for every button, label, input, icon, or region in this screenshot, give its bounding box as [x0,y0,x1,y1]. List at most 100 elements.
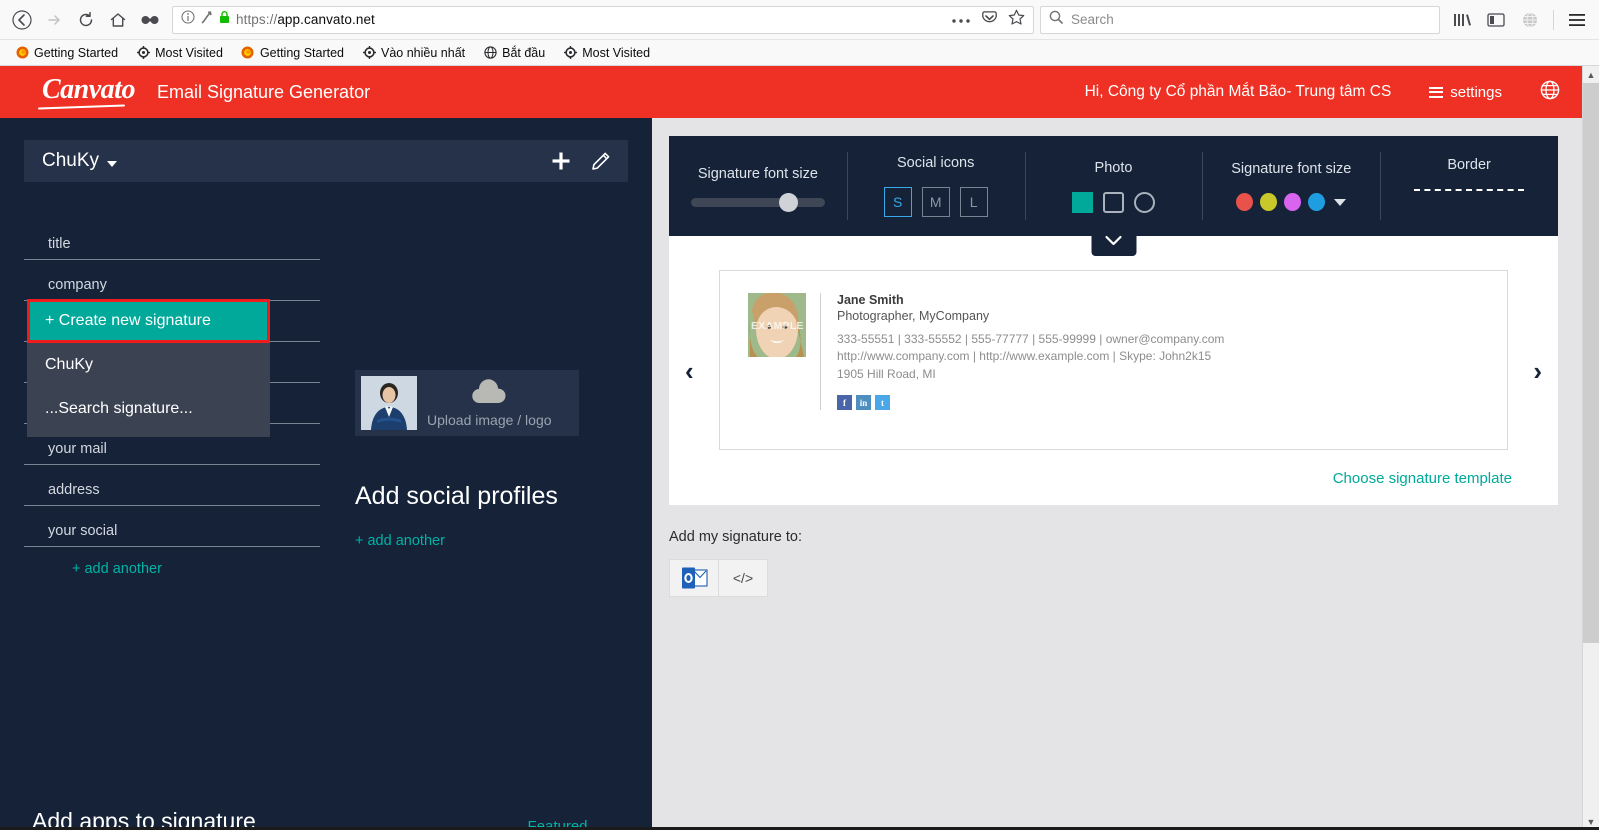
social-profiles-heading: Add social profiles [355,482,558,510]
signature-option-chuky[interactable]: ChuKy [27,343,270,387]
previous-template-arrow[interactable]: ‹ [685,358,694,384]
settings-label: settings [1450,83,1502,101]
page-actions-icon[interactable] [951,11,971,29]
lock-icon [219,10,230,29]
toolbar-label: Signature font size [1231,161,1352,177]
social-icon-size-m[interactable]: M [921,187,950,217]
app-header: Canvato Email Signature Generator Hi, Cô… [0,66,1582,118]
add-social-profile-link[interactable]: + add another [355,533,615,549]
selected-signature-name: ChuKy [42,150,100,171]
edit-pencil-icon[interactable] [591,152,610,171]
library-icon[interactable] [1446,5,1478,35]
web-page: Canvato Email Signature Generator Hi, Cô… [0,66,1599,830]
social-icon-size-s[interactable]: S [883,187,912,217]
cloud-upload-icon [469,378,509,411]
collapse-toolbar-button[interactable] [1091,234,1136,256]
chevron-down-icon[interactable] [107,160,118,167]
back-button[interactable] [6,5,38,35]
signature-preview-panel: Signature font size Social icons S M L P… [652,118,1582,830]
slider-knob[interactable] [778,192,798,212]
scroll-up-arrow[interactable]: ▲ [1587,66,1596,83]
field-your-mail [24,435,320,465]
company-input[interactable] [24,271,320,301]
tracking-protection-icon[interactable] [201,10,213,29]
account-globe-icon[interactable] [1514,5,1546,35]
border-style-preview[interactable] [1414,189,1525,215]
add-signature-icon[interactable] [551,151,571,171]
search-signature-option[interactable]: ...Search signature... [27,387,270,431]
add-another-field-link[interactable]: + add another [72,561,320,577]
field-address [24,476,320,506]
bookmark-item[interactable]: Getting Started [234,44,351,62]
photo-shape-square-filled[interactable] [1071,191,1093,213]
color-swatch-blue[interactable] [1308,193,1326,211]
bookmark-item[interactable]: Bắt đầu [476,44,552,62]
browser-search-bar[interactable] [1040,5,1440,34]
signature-selector-bar[interactable]: ChuKy [24,140,628,182]
your-social-input[interactable] [24,517,320,547]
title-input[interactable] [24,230,320,260]
social-icon-size-l[interactable]: L [959,187,988,217]
upload-label: Upload image / logo [427,412,552,428]
page-scrollbar[interactable]: ▲ ▼ [1582,66,1599,830]
bookmark-item[interactable]: Getting Started [8,44,125,62]
bookmark-item[interactable]: Most Visited [556,44,657,62]
facebook-icon[interactable]: f [837,395,852,411]
your-mail-input[interactable] [24,435,320,465]
reload-button[interactable] [70,5,102,35]
signature-contact-line-2: http://www.company.com | http://www.exam… [837,349,1212,364]
signature-preview-card: ‹ › EXAMPLE Jane Smith Photographer, MyC… [669,236,1558,505]
search-input[interactable] [1071,12,1431,27]
signature-contact-line-3: 1905 Hill Road, MI [837,366,936,381]
toolbar-group-social-icons: Social icons S M L [846,136,1025,236]
bookmark-label: Most Visited [155,45,223,60]
color-dropdown-caret-icon[interactable] [1334,198,1347,206]
language-globe-icon[interactable] [1540,80,1560,105]
photo-shape-square-outline[interactable] [1102,191,1124,213]
search-icon [1049,10,1063,29]
uploaded-image-thumbnail [361,376,417,430]
bookmark-star-icon[interactable] [1008,9,1025,31]
toolbar-label: Social icons [897,155,975,171]
url-text: https://app.canvato.net [236,12,375,27]
photo-shape-circle[interactable] [1133,191,1155,213]
outlook-button[interactable] [669,559,719,597]
pocket-icon[interactable] [981,9,998,31]
field-your-social [24,517,320,547]
signature-contact-lines: 333-55551 | 333-55552 | 555-77777 | 555-… [837,331,1224,383]
color-swatch-magenta[interactable] [1284,193,1302,211]
gear-icon [563,46,577,60]
bookmark-label: Getting Started [259,45,345,60]
html-code-button[interactable]: </> [718,559,768,597]
upload-image-button[interactable]: Upload image / logo [355,370,579,436]
hamburger-icon [1429,86,1444,98]
signature-style-toolbar: Signature font size Social icons S M L P… [669,136,1558,256]
forward-button[interactable] [38,5,70,35]
color-swatch-red[interactable] [1236,193,1254,211]
create-new-signature-option[interactable]: + Create new signature [27,299,270,343]
linkedin-icon[interactable]: in [856,395,871,411]
url-bar[interactable]: https://app.canvato.net [172,5,1034,34]
bookmark-item[interactable]: Most Visited [129,44,230,62]
signature-text-block: Jane Smith Photographer, MyCompany 333-5… [820,293,1224,411]
twitter-icon[interactable]: t [875,395,890,411]
color-swatch-yellow[interactable] [1260,193,1278,211]
sidebar-toggle-icon[interactable] [1480,5,1512,35]
canvato-logo[interactable]: Canvato [42,74,135,110]
page-info-icon[interactable] [181,10,195,29]
bookmark-item[interactable]: Vào nhiều nhất [355,44,472,62]
home-button[interactable] [102,5,134,35]
scrollbar-thumb[interactable] [1582,83,1599,643]
signature-dropdown-menu[interactable]: + Create new signature ChuKy ...Search s… [27,299,270,437]
hamburger-menu-icon[interactable] [1561,5,1593,35]
font-size-slider[interactable] [690,192,825,212]
field-company [24,271,320,301]
address-input[interactable] [24,476,320,506]
upload-column: Upload image / logo Add social profiles … [355,370,615,549]
signature-render-box[interactable]: EXAMPLE Jane Smith Photographer, MyCompa… [719,270,1508,450]
choose-signature-template-link[interactable]: Choose signature template [697,470,1512,487]
signature-person-title: Photographer, MyCompany [837,309,990,323]
settings-button[interactable]: settings [1429,84,1502,101]
next-template-arrow[interactable]: › [1533,358,1542,384]
containers-icon[interactable] [134,5,166,35]
